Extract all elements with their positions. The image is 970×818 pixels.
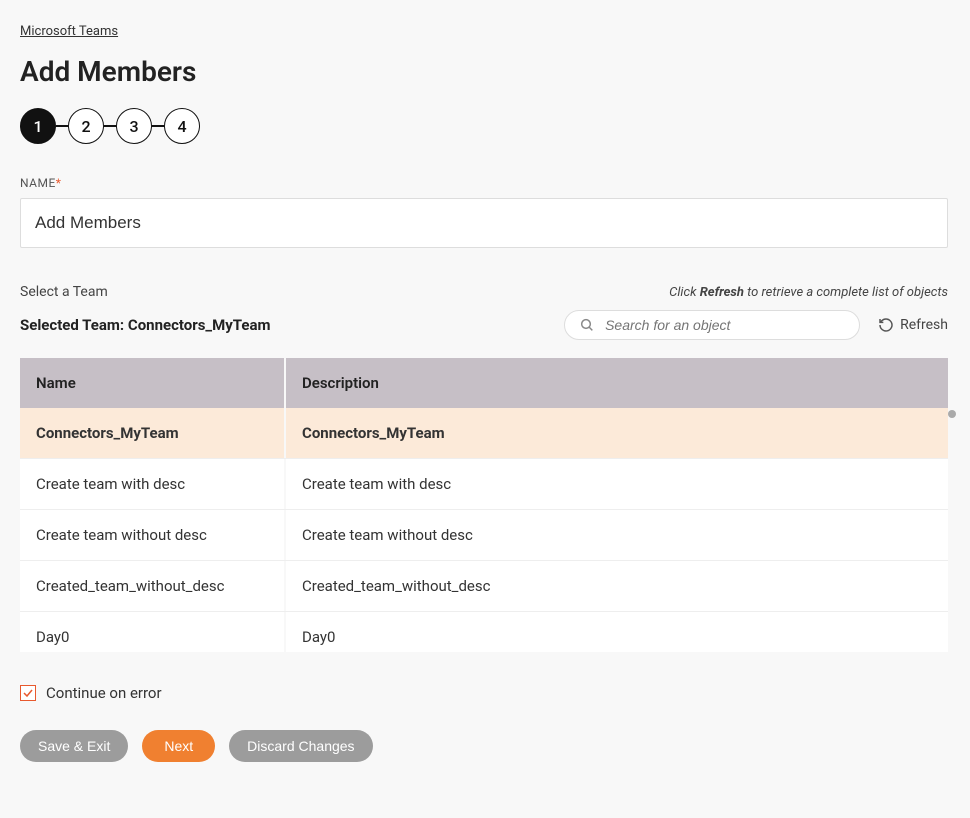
step-connector <box>104 125 116 127</box>
cell-description: Create team with desc <box>286 459 948 509</box>
step-connector <box>56 125 68 127</box>
required-indicator: * <box>56 176 62 190</box>
refresh-icon <box>878 317 894 333</box>
table-row[interactable]: Day0 Day0 <box>20 612 948 652</box>
name-input[interactable] <box>20 198 948 248</box>
search-input[interactable] <box>605 317 845 333</box>
continue-on-error-checkbox[interactable] <box>20 685 36 701</box>
cell-description: Connectors_MyTeam <box>286 408 948 458</box>
cell-name: Day0 <box>20 612 286 652</box>
table-body: Connectors_MyTeam Connectors_MyTeam Crea… <box>20 408 948 652</box>
table-row[interactable]: Create team with desc Create team with d… <box>20 459 948 510</box>
scrollbar-thumb[interactable] <box>948 410 956 418</box>
column-header-description[interactable]: Description <box>286 358 948 408</box>
table-row[interactable]: Connectors_MyTeam Connectors_MyTeam <box>20 408 948 459</box>
table-row[interactable]: Create team without desc Create team wit… <box>20 510 948 561</box>
cell-description: Day0 <box>286 612 948 652</box>
name-field-label: NAME* <box>20 176 950 190</box>
table-header: Name Description <box>20 358 948 408</box>
cell-name: Created_team_without_desc <box>20 561 286 611</box>
stepper: 1 2 3 4 <box>20 108 950 144</box>
step-3[interactable]: 3 <box>116 108 152 144</box>
selected-team-text: Selected Team: Connectors_MyTeam <box>20 316 271 334</box>
save-exit-button[interactable]: Save & Exit <box>20 730 128 762</box>
step-1[interactable]: 1 <box>20 108 56 144</box>
cell-name: Create team without desc <box>20 510 286 560</box>
step-connector <box>152 125 164 127</box>
check-icon <box>22 687 34 699</box>
refresh-label: Refresh <box>900 317 948 333</box>
discard-changes-button[interactable]: Discard Changes <box>229 730 372 762</box>
cell-description: Create team without desc <box>286 510 948 560</box>
teams-table: Name Description Connectors_MyTeam Conne… <box>20 358 948 652</box>
cell-name: Connectors_MyTeam <box>20 408 286 458</box>
refresh-hint: Click Refresh to retrieve a complete lis… <box>669 285 948 300</box>
table-row[interactable]: Created_team_without_desc Created_team_w… <box>20 561 948 612</box>
step-2[interactable]: 2 <box>68 108 104 144</box>
search-icon <box>579 317 595 333</box>
step-4[interactable]: 4 <box>164 108 200 144</box>
page-title: Add Members <box>20 55 950 88</box>
continue-on-error-label: Continue on error <box>46 684 162 702</box>
refresh-button[interactable]: Refresh <box>878 317 948 333</box>
breadcrumb-link[interactable]: Microsoft Teams <box>20 24 118 39</box>
next-button[interactable]: Next <box>142 730 215 762</box>
search-box[interactable] <box>564 310 860 340</box>
cell-description: Created_team_without_desc <box>286 561 948 611</box>
column-header-name[interactable]: Name <box>20 358 286 408</box>
select-team-label: Select a Team <box>20 284 108 300</box>
cell-name: Create team with desc <box>20 459 286 509</box>
